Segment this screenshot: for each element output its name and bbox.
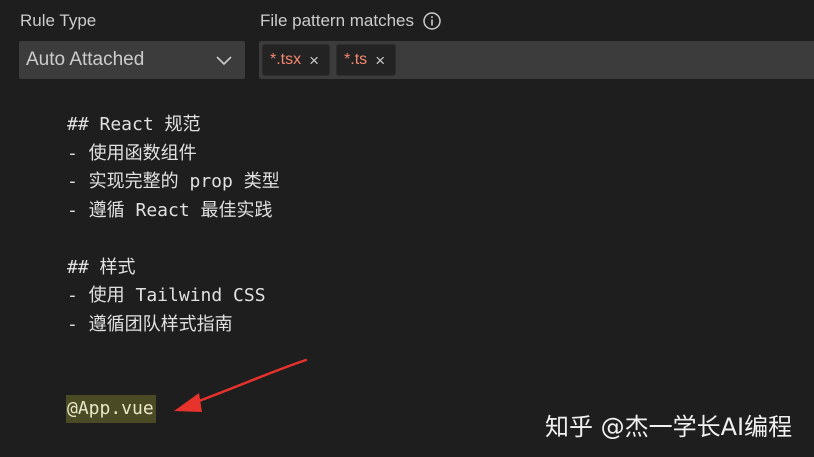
editor-line: - 使用 Tailwind CSS	[67, 285, 266, 306]
editor-line: - 实现完整的 prop 类型	[67, 171, 280, 192]
chevron-down-icon	[215, 51, 233, 69]
rule-type-select[interactable]: Auto Attached	[19, 41, 245, 79]
editor-line: ## 样式	[67, 256, 136, 278]
close-icon[interactable]: ×	[309, 52, 319, 69]
editor-line: - 遵循 React 最佳实践	[67, 199, 273, 221]
info-icon[interactable]	[422, 11, 442, 31]
file-pattern-label: File pattern matches	[260, 11, 415, 30]
editor-line: - 使用函数组件	[67, 142, 197, 164]
rule-type-value: Auto Attached	[26, 49, 145, 70]
pattern-tag: *.tsx ×	[262, 44, 331, 76]
pattern-tag: *.ts ×	[336, 44, 397, 76]
file-mention[interactable]: @App.vue	[66, 395, 156, 423]
rule-content-editor[interactable]: ## React 规范 - 使用函数组件 - 实现完整的 prop 类型 - 遵…	[67, 111, 280, 339]
editor-line: - 遵循团队样式指南	[67, 313, 233, 335]
pattern-tag-label: *.ts	[344, 51, 368, 68]
file-pattern-input[interactable]: *.tsx × *.ts ×	[259, 41, 814, 79]
pattern-tag-label: *.tsx	[270, 51, 302, 68]
watermark: 知乎 @杰一学长AI编程	[545, 413, 793, 441]
rule-type-label: Rule Type	[20, 11, 97, 30]
file-pattern-label-row: File pattern matches	[260, 11, 442, 31]
close-icon[interactable]: ×	[375, 52, 385, 69]
editor-line: ## React 规范	[67, 114, 201, 135]
